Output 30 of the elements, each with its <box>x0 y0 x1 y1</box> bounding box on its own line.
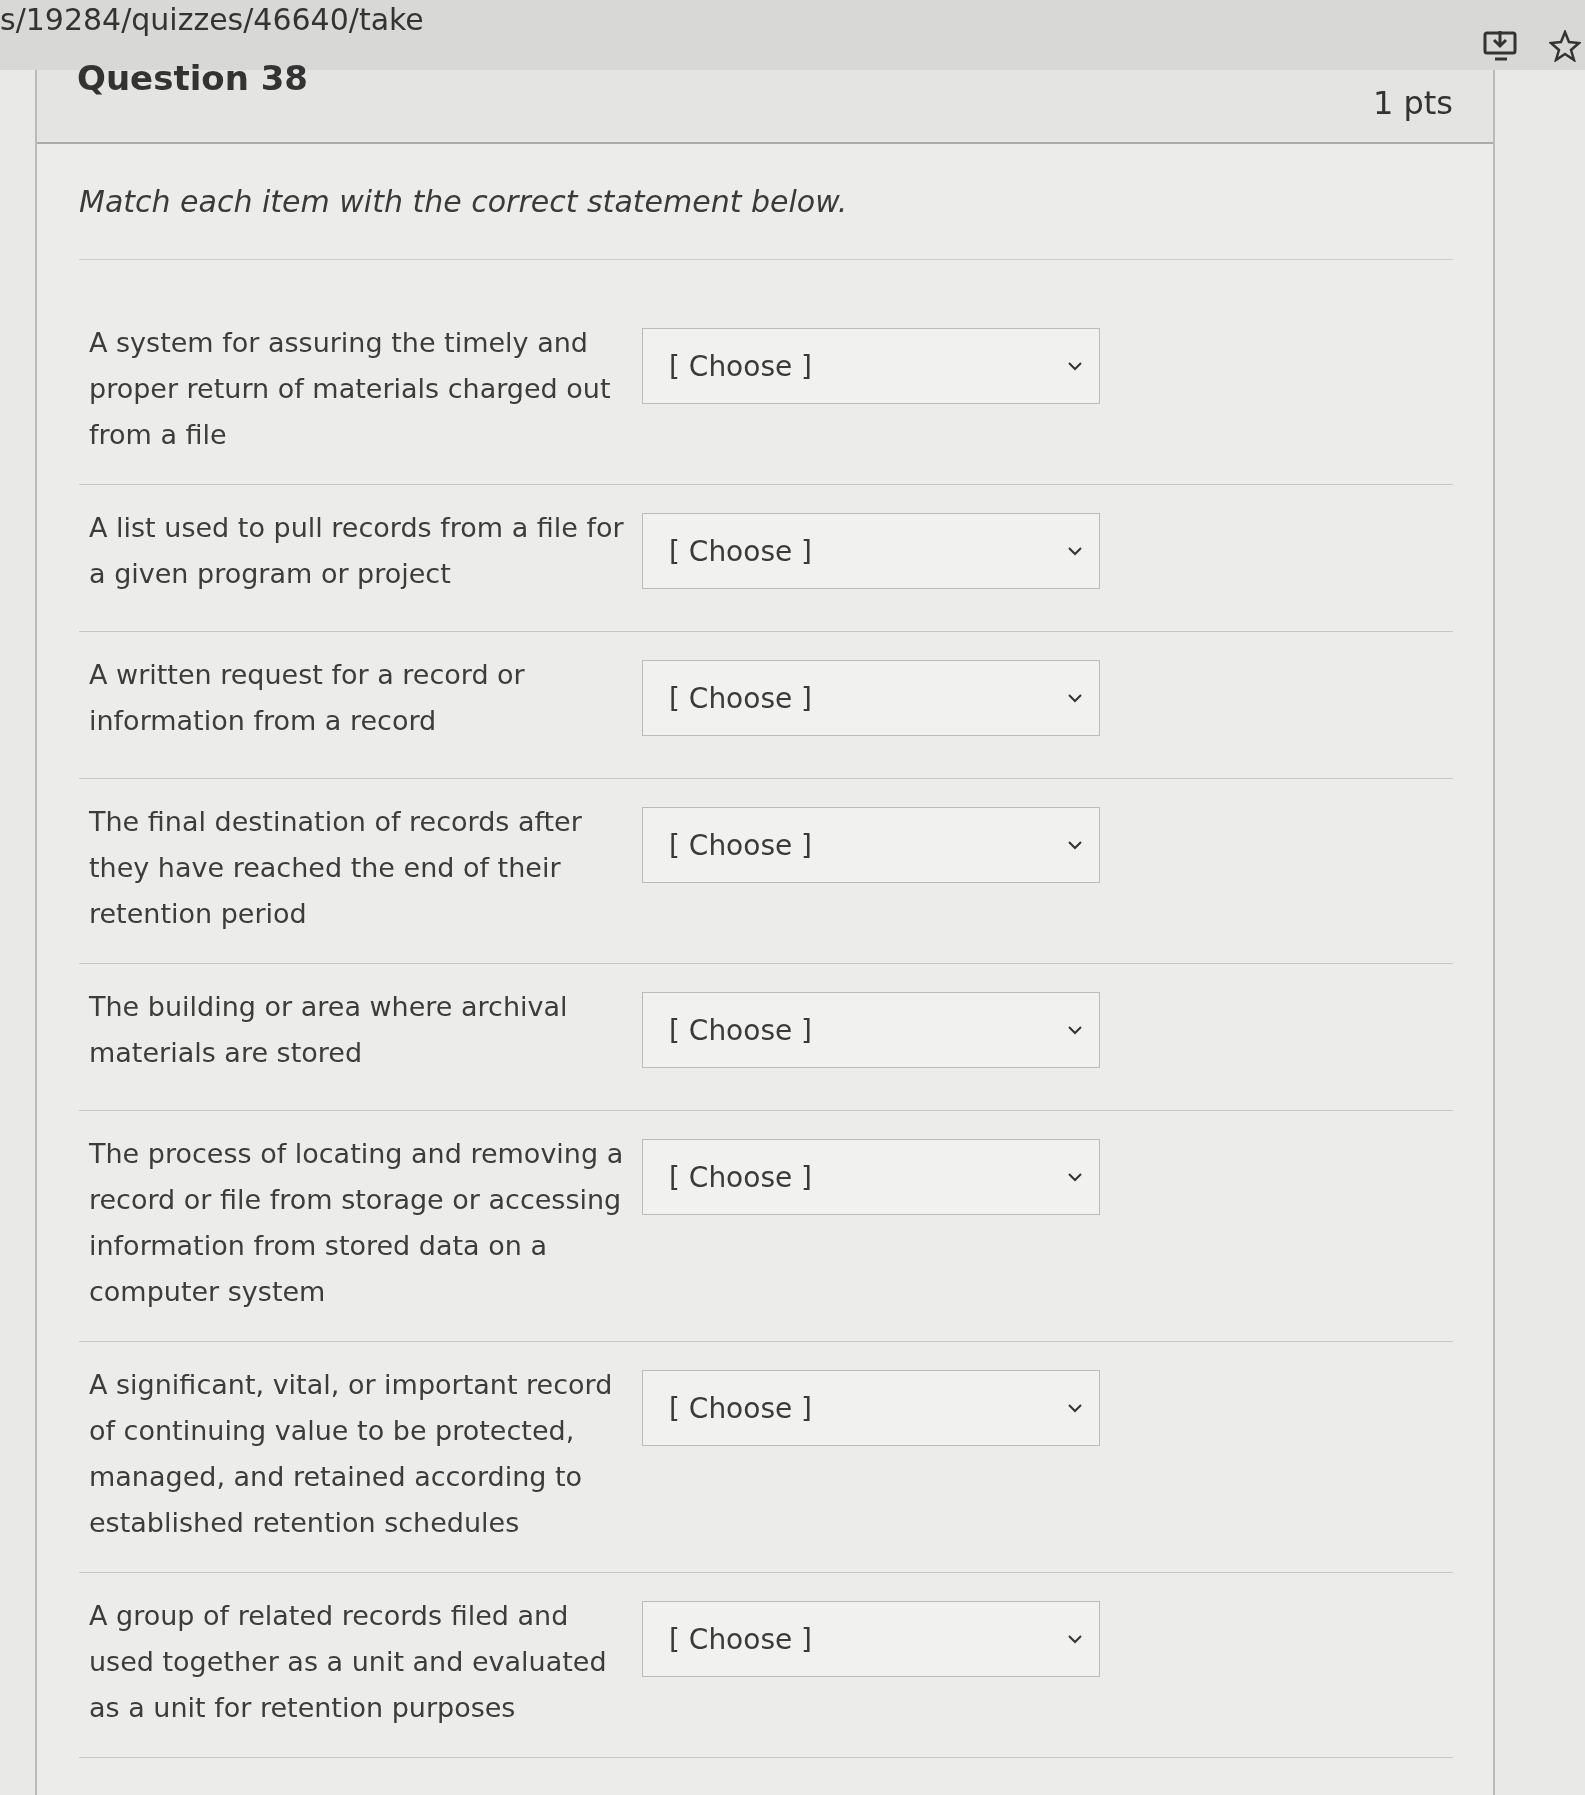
chevron-icon <box>1067 1634 1083 1644</box>
chevron-icon <box>1067 1172 1083 1182</box>
match-item-text: A group of related records filed and used together as a unit and evaluated as a unit for retention purposes <box>89 1599 608 1725</box>
answer-dropdown[interactable]: [ Choose ] <box>642 328 1100 404</box>
star-icon[interactable] <box>1549 30 1581 62</box>
chevron-icon <box>1067 546 1083 556</box>
match-item-text: A written request for a record or information from a record <box>89 658 526 738</box>
chevron-icon <box>1067 693 1083 703</box>
answer-dropdown[interactable]: [ Choose ] <box>642 660 1100 736</box>
chevron-icon <box>1067 840 1083 850</box>
question-title: Question 38 <box>77 58 309 98</box>
match-item-text: The building or area where archival materials are stored <box>89 990 569 1070</box>
answer-dropdown[interactable]: [ Choose ] <box>642 513 1100 589</box>
match-item-text: The process of locating and removing a record or file from storage or accessing information from stored data on a computer system <box>89 1137 624 1309</box>
match-item-text: A list used to pull records from a file for a given program or project <box>89 511 624 591</box>
answer-dropdown[interactable]: [ Choose ] <box>642 1601 1100 1677</box>
chevron-icon <box>1067 361 1083 371</box>
match-item-text: A significant, vital, or important record of continuing value to be protected, managed, and retained according to established retention schedules <box>89 1368 614 1540</box>
answer-dropdown[interactable]: [ Choose ] <box>642 992 1100 1068</box>
answer-dropdown[interactable]: [ Choose ] <box>642 807 1100 883</box>
points-text: 1 pts <box>1372 84 1453 122</box>
answer-dropdown[interactable]: [ Choose ] <box>642 1139 1100 1215</box>
install-icon[interactable] <box>1483 30 1519 62</box>
match-item-text: A system for assuring the timely and proper return of materials charged out from a file <box>89 326 612 452</box>
chevron-icon <box>1067 1403 1083 1413</box>
question-prompt: Match each item with the correct statement below. <box>79 184 1453 260</box>
match-item-text: The final destination of records after they have reached the end of their retention period <box>89 805 583 931</box>
url-text[interactable]: s/19284/quizzes/46640/take <box>0 0 424 37</box>
answer-dropdown[interactable]: [ Choose ] <box>642 1370 1100 1446</box>
chevron-icon <box>1067 1025 1083 1035</box>
